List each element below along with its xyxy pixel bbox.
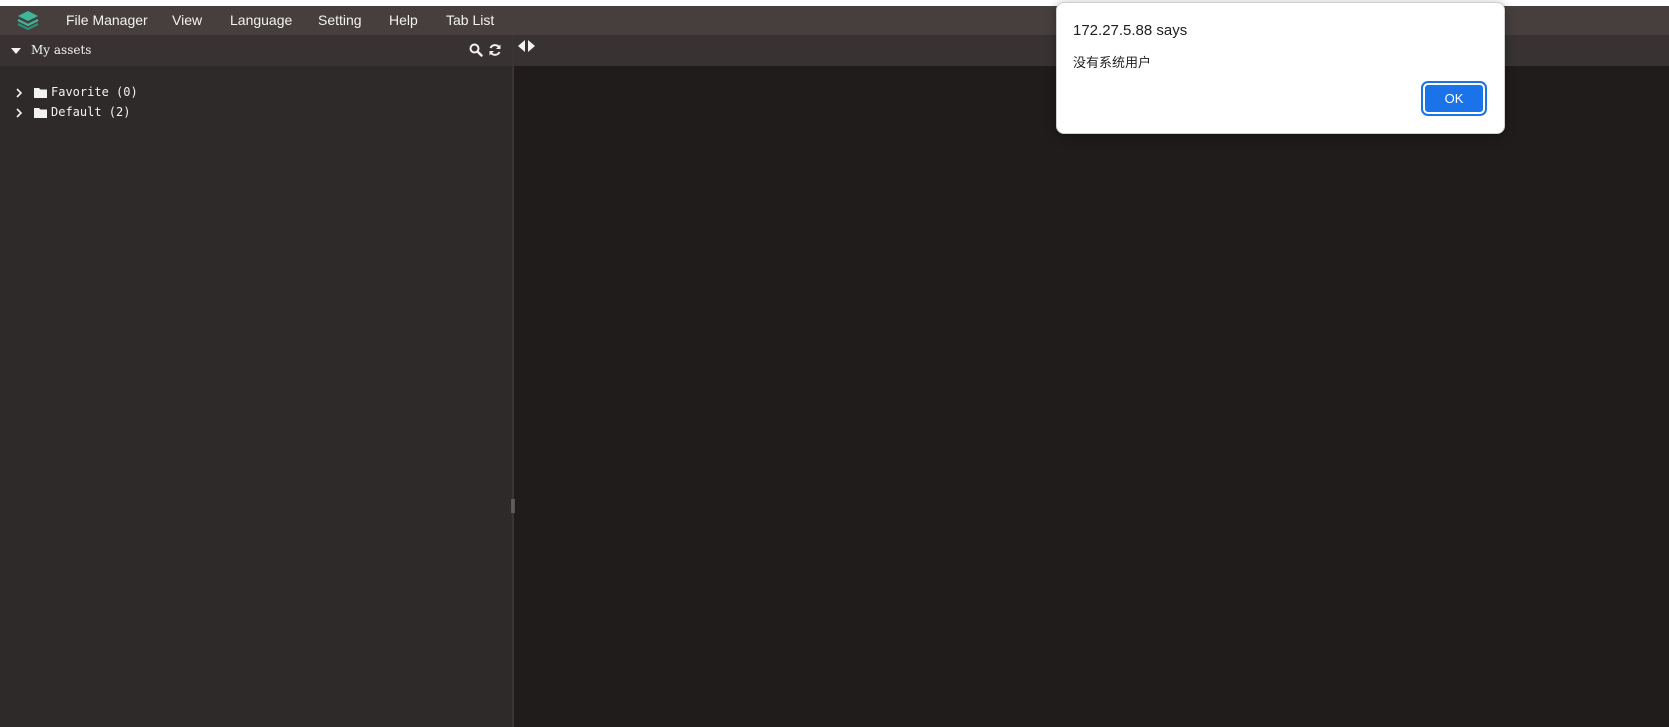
dialog-title: 172.27.5.88 says — [1073, 22, 1188, 39]
sidebar-header: My assets — [0, 35, 512, 66]
tree-node-default[interactable]: Default (2) — [14, 104, 314, 122]
caret-down-icon[interactable] — [11, 48, 21, 54]
chevron-right-icon[interactable] — [14, 106, 24, 120]
tree-label[interactable]: Favorite (0) — [51, 85, 138, 99]
menu-file-manager[interactable]: File Manager — [66, 6, 148, 35]
menu-help[interactable]: Help — [389, 6, 418, 35]
menu-setting[interactable]: Setting — [318, 6, 362, 35]
pane-splitter[interactable] — [512, 35, 514, 727]
alert-dialog: 172.27.5.88 says 没有系统用户 OK — [1056, 2, 1505, 134]
search-icon[interactable] — [469, 43, 483, 57]
folder-icon — [34, 106, 47, 118]
folder-icon — [34, 86, 47, 98]
resize-grip-icon[interactable] — [511, 499, 515, 513]
dialog-message: 没有系统用户 — [1073, 55, 1152, 70]
ok-button[interactable]: OK — [1423, 83, 1485, 114]
menu-view[interactable]: View — [172, 6, 202, 35]
arrow-left-icon[interactable] — [518, 40, 525, 52]
arrow-right-icon[interactable] — [528, 40, 535, 52]
tree-label[interactable]: Default (2) — [51, 105, 130, 119]
refresh-icon[interactable] — [488, 43, 502, 57]
menu-tab-list[interactable]: Tab List — [446, 6, 494, 35]
sidebar-title[interactable]: My assets — [31, 43, 91, 57]
menu-language[interactable]: Language — [230, 6, 292, 35]
asset-sidebar: My assets Favorite (0) Default (2) — [0, 35, 512, 727]
layers-logo-icon — [16, 9, 40, 33]
tree-node-favorite[interactable]: Favorite (0) — [14, 84, 314, 102]
chevron-right-icon[interactable] — [14, 86, 24, 100]
